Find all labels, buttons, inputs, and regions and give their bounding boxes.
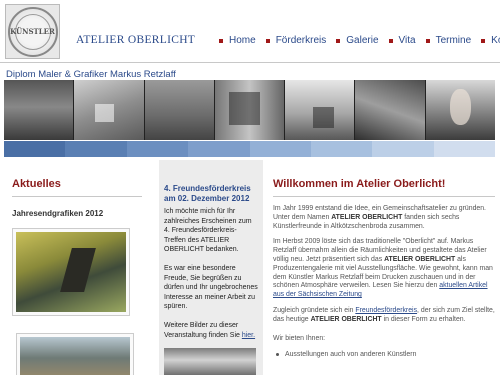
offer-list-item: Ausstellungen auch von anderen Künstlern xyxy=(273,351,495,358)
site-subtitle: Diplom Maler & Grafiker Markus Retzlaff xyxy=(6,69,176,80)
event-text: Weitere Bilder zu dieser Veranstaltung f… xyxy=(164,321,258,340)
event-text: Es war eine besondere Freude, Sie begrüß… xyxy=(164,264,258,311)
color-bar-segment xyxy=(433,141,495,157)
site-title[interactable]: ATELIER OBERLICHT xyxy=(76,34,195,46)
offer-heading: Wir bieten Ihnen: xyxy=(273,334,326,342)
studio-photo xyxy=(4,80,74,140)
history-paragraph: Im Herbst 2009 löste sich das traditione… xyxy=(273,238,493,299)
color-bar-segment xyxy=(4,141,66,157)
news-column: Aktuelles Jahresendgrafiken 2012 xyxy=(12,178,142,375)
nav-termine[interactable]: Termine xyxy=(425,35,471,46)
news-subheading: Jahresendgrafiken 2012 xyxy=(12,209,104,218)
friends-paragraph: Zugleich gründete sich ein Freundesförde… xyxy=(273,306,495,323)
header-divider xyxy=(0,62,500,63)
nav-home[interactable]: Home xyxy=(219,35,256,46)
news-heading: Aktuelles xyxy=(12,178,61,190)
color-bar-segment xyxy=(249,141,311,157)
color-bar-segment xyxy=(126,141,189,157)
content-divider xyxy=(273,196,495,197)
intro-paragraph: Im Jahr 1999 entstand die Idee, ein Geme… xyxy=(273,205,486,230)
studio-photo xyxy=(74,80,144,140)
color-bar-segment xyxy=(372,141,434,157)
studio-photo xyxy=(144,80,214,140)
site-logo[interactable]: KÜNSTLER xyxy=(5,4,60,59)
page-title: Willkommen im Atelier Oberlicht! xyxy=(273,178,446,190)
event-sidebar: 4. Freundesförderkreis am 02. Dezember 2… xyxy=(159,160,263,375)
color-bar-segment xyxy=(188,141,250,157)
artwork-thumbnail[interactable] xyxy=(16,333,134,375)
artist-portrait-photo xyxy=(425,80,495,140)
photo-strip xyxy=(4,80,495,140)
color-bar-segment xyxy=(65,141,127,157)
studio-photo xyxy=(285,80,355,140)
logo-seal-icon: KÜNSTLER xyxy=(7,6,58,57)
studio-photo xyxy=(355,80,425,140)
artwork-thumbnail[interactable] xyxy=(12,228,130,316)
nav-vita[interactable]: Vita xyxy=(388,35,416,46)
nav-foerderkreis[interactable]: Förderkreis xyxy=(265,35,326,46)
event-photo[interactable] xyxy=(164,348,256,375)
news-divider xyxy=(12,196,142,197)
foerderkreis-link[interactable]: Freundesförderkreis xyxy=(355,307,417,314)
event-text: Ich möchte mich für Ihr zahlreiches Ersc… xyxy=(164,208,252,254)
logo-text: KÜNSTLER xyxy=(10,27,55,36)
event-title: 4. Freundesförderkreis am 02. Dezember 2… xyxy=(164,184,251,203)
main-content: Willkommen im Atelier Oberlicht! Im Jahr… xyxy=(273,178,495,358)
studio-photo xyxy=(214,80,285,140)
event-photos-link[interactable]: hier. xyxy=(242,332,255,339)
event-more-text: Weitere Bilder zu dieser Veranstaltung f… xyxy=(164,321,240,339)
color-bar-segment xyxy=(310,141,373,157)
nav-galerie[interactable]: Galerie xyxy=(336,35,379,46)
main-nav: Home Förderkreis Galerie Vita Termine Ko… xyxy=(219,35,500,46)
nav-kontakt[interactable]: Kontakt xyxy=(481,35,500,46)
decorative-color-bar xyxy=(4,141,495,157)
